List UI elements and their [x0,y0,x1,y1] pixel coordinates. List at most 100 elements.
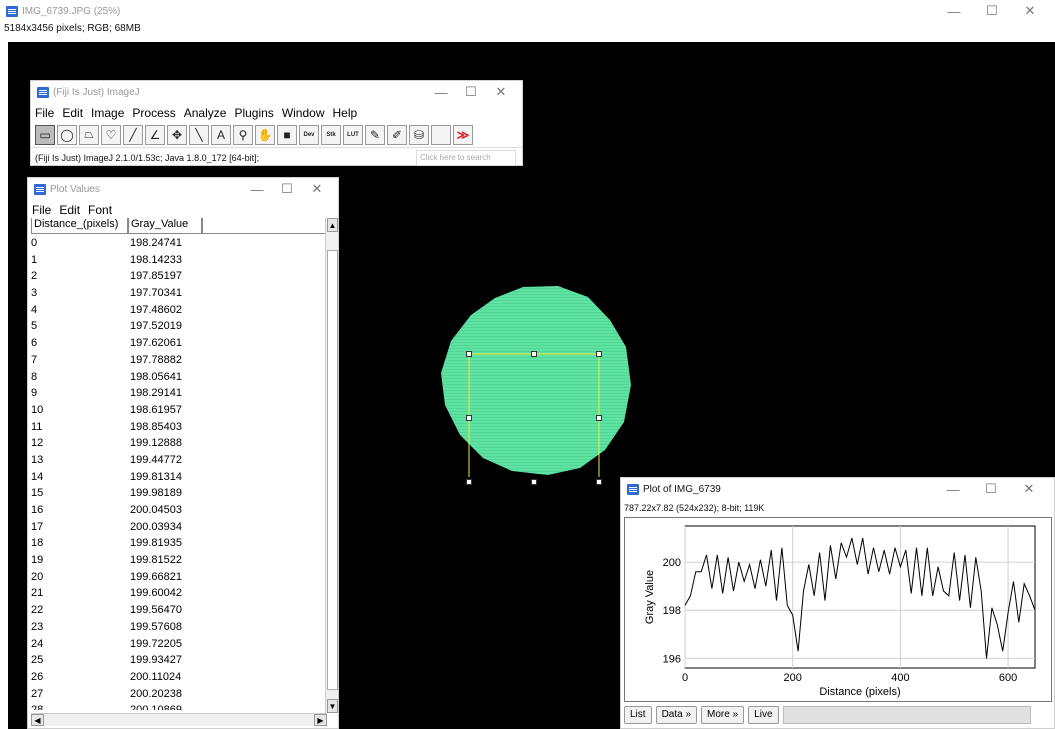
column-header-gray-value[interactable]: Gray_Value [128,218,202,234]
table-row[interactable]: 4 197.48602 [31,302,326,319]
roi-handle[interactable] [531,479,537,485]
image-window-titlebar[interactable]: IMG_6739.JPG (25%) — ☐ ✕ [0,0,1055,22]
table-row[interactable]: 8 198.05641 [31,369,326,386]
minimize-button[interactable]: — [426,82,456,102]
table-row[interactable]: 20 199.66821 [31,569,326,586]
empty-tool-slot[interactable] [431,124,451,145]
live-button[interactable]: Live [748,706,779,724]
vertical-scrollbar[interactable]: ▲ ▼ [325,218,338,713]
maximize-button[interactable]: ☐ [972,479,1010,499]
flood-fill-tool-icon[interactable]: ⛁ [409,124,429,145]
menu-window[interactable]: Window [282,106,325,120]
table-row[interactable]: 1 198.14233 [31,252,326,269]
roi-handle[interactable] [596,479,602,485]
minimize-button[interactable]: — [934,479,972,499]
search-input[interactable]: Click here to search [416,149,516,166]
table-row[interactable]: 19 199.81522 [31,552,326,569]
data-button[interactable]: Data » [655,706,698,724]
minimize-button[interactable]: — [242,179,272,199]
point-tool-icon[interactable]: ✥ [167,124,187,145]
roi-handle[interactable] [596,415,602,421]
menu-plugins[interactable]: Plugins [234,106,273,120]
angle-tool-icon[interactable]: ∠ [145,124,165,145]
maximize-button[interactable]: ☐ [456,82,486,102]
rectangle-tool-icon[interactable]: ▭ [35,124,55,145]
menu-analyze[interactable]: Analyze [184,106,227,120]
table-row[interactable]: 12 199.12888 [31,435,326,452]
horizontal-scrollbar[interactable]: ◀ ▶ [31,713,327,726]
table-row[interactable]: 7 197.78882 [31,352,326,369]
table-row[interactable]: 23 199.57608 [31,619,326,636]
maximize-button[interactable]: ☐ [272,179,302,199]
menu-edit[interactable]: Edit [59,203,80,217]
table-row[interactable]: 25 199.93427 [31,652,326,669]
column-header-distance[interactable]: Distance_(pixels) [31,218,128,234]
wand-tool-icon[interactable]: ╲ [189,124,209,145]
menu-file[interactable]: File [35,106,54,120]
plot-titlebar[interactable]: Plot of IMG_6739 — ☐ ✕ [621,478,1054,500]
table-row[interactable]: 14 199.81314 [31,469,326,486]
stk-tool[interactable]: Stk [321,124,341,145]
more-tools-icon[interactable]: ≫ [453,124,473,145]
imagej-titlebar[interactable]: (Fiji Is Just) ImageJ — ☐ ✕ [31,81,522,103]
dev-tool[interactable]: Dev [299,124,319,145]
scroll-thumb[interactable] [327,250,338,690]
table-row[interactable]: 6 197.62061 [31,335,326,352]
lut-tool[interactable]: LUT [343,124,363,145]
scroll-up-icon[interactable]: ▲ [327,218,338,232]
roi-handle[interactable] [466,351,472,357]
table-row[interactable]: 11 198.85403 [31,419,326,436]
menu-font[interactable]: Font [88,203,112,217]
table-row[interactable]: 13 199.44772 [31,452,326,469]
magnifier-tool-icon[interactable]: ⚲ [233,124,253,145]
more-button[interactable]: More » [701,706,745,724]
scroll-left-icon[interactable]: ◀ [31,714,44,726]
table-row[interactable]: 3 197.70341 [31,285,326,302]
line-tool-icon[interactable]: ╱ [123,124,143,145]
menu-process[interactable]: Process [132,106,175,120]
oval-tool-icon[interactable]: ◯ [57,124,77,145]
roi-handle[interactable] [596,351,602,357]
table-row[interactable]: 5 197.52019 [31,318,326,335]
text-tool-icon[interactable]: A [211,124,231,145]
close-button[interactable]: ✕ [1011,1,1049,21]
table-row[interactable]: 28200.10869 [31,702,326,710]
table-row[interactable]: 2 197.85197 [31,268,326,285]
table-row[interactable]: 18 199.81935 [31,535,326,552]
table-row[interactable]: 16 200.04503 [31,502,326,519]
color-picker-tool-icon[interactable]: ■ [277,124,297,145]
close-button[interactable]: ✕ [486,82,516,102]
table-row[interactable]: 0 198.24741 [31,235,326,252]
close-button[interactable]: ✕ [1010,479,1048,499]
menu-file[interactable]: File [32,203,51,217]
scroll-down-icon[interactable]: ▼ [327,699,338,713]
roi-handle[interactable] [466,415,472,421]
maximize-button[interactable]: ☐ [973,1,1011,21]
menu-help[interactable]: Help [333,106,358,120]
scroll-right-icon[interactable]: ▶ [314,714,327,726]
table-row[interactable]: 24 199.72205 [31,636,326,653]
pencil-tool-icon[interactable]: ✎ [365,124,385,145]
table-row[interactable]: 22 199.56470 [31,602,326,619]
plot-values-titlebar[interactable]: Plot Values — ☐ ✕ [28,178,338,200]
minimize-button[interactable]: — [935,1,973,21]
polygon-tool-icon[interactable]: ⏢ [79,124,99,145]
menu-edit[interactable]: Edit [62,106,83,120]
table-row[interactable]: 26 200.11024 [31,669,326,686]
plot-canvas[interactable]: 0 200 400 600 196 198 200 Distance (pixels) Gr… [624,517,1052,702]
close-button[interactable]: ✕ [302,179,332,199]
column-header-empty[interactable] [202,218,328,234]
menu-image[interactable]: Image [91,106,124,120]
table-row[interactable]: 10 198.61957 [31,402,326,419]
table-row[interactable]: 27 200.20238 [31,686,326,703]
table-row[interactable]: 9 198.29141 [31,385,326,402]
roi-handle[interactable] [531,351,537,357]
brush-tool-icon[interactable]: ✐ [387,124,407,145]
freehand-tool-icon[interactable]: ♡ [101,124,121,145]
table-row[interactable]: 21 199.60042 [31,585,326,602]
table-row[interactable]: 17 200.03934 [31,519,326,536]
hand-tool-icon[interactable]: ✋ [255,124,275,145]
roi-handle[interactable] [466,479,472,485]
list-button[interactable]: List [624,706,652,724]
table-row[interactable]: 15 199.98189 [31,485,326,502]
